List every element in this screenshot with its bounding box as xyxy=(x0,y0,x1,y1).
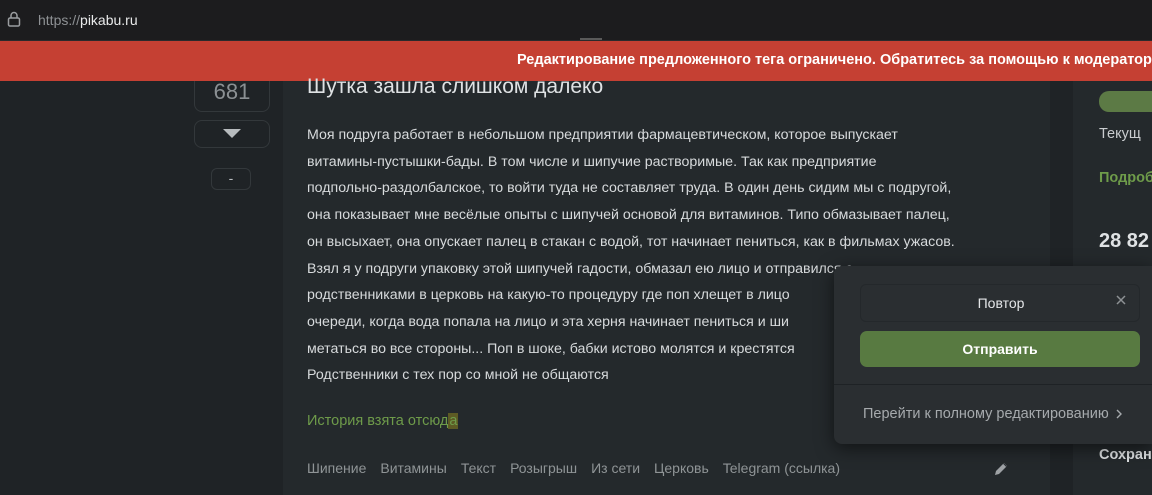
edit-tags-pencil-icon[interactable] xyxy=(993,461,1009,477)
lock-icon xyxy=(7,11,21,27)
divider xyxy=(834,384,1152,385)
full-edit-link-label: Перейти к полному редактированию xyxy=(863,406,1109,422)
story-line: он высыхает, она опускает палец в стакан… xyxy=(307,233,955,250)
story-line: подпольно-раздолбалское, то войти туда н… xyxy=(307,180,952,197)
tag[interactable]: Из сети xyxy=(591,460,640,476)
tag[interactable]: Витамины xyxy=(380,460,446,476)
tab-indicator xyxy=(580,38,602,40)
url-text[interactable]: https://pikabu.ru xyxy=(38,12,138,28)
minus-button[interactable]: - xyxy=(211,168,251,190)
source-link-text: История взята отсюд xyxy=(307,413,449,429)
saved-label: Сохран xyxy=(1099,447,1152,463)
browser-address-bar[interactable]: https://pikabu.ru xyxy=(0,0,1152,41)
tag-edit-popup: Повтор Отправить Перейти к полному редак… xyxy=(834,266,1152,444)
source-link[interactable]: История взята отсюда xyxy=(307,413,459,429)
progress-bar xyxy=(1099,91,1152,112)
submit-button[interactable]: Отправить xyxy=(860,331,1140,367)
tag-input-value: Повтор xyxy=(977,295,1025,311)
url-scheme: https:// xyxy=(38,12,81,28)
counter-value: 28 82 xyxy=(1099,230,1150,252)
tag[interactable]: Текст xyxy=(461,460,496,476)
chevron-right-icon xyxy=(1116,409,1122,419)
error-banner-text: Редактирование предложенного тега ограни… xyxy=(517,52,1152,68)
vote-down-button[interactable] xyxy=(194,120,270,148)
url-host: pikabu.ru xyxy=(80,12,138,28)
story-line: Моя подруга работает в небольшом предпри… xyxy=(307,127,898,143)
tag[interactable]: Розыгрыш xyxy=(510,460,577,476)
story-line: витамины-пустышки-бады. В том числе и ши… xyxy=(307,153,877,170)
source-link-highlight: а xyxy=(448,413,459,429)
tag[interactable]: Telegram (ссылка) xyxy=(723,460,840,476)
details-link[interactable]: Подроб xyxy=(1099,170,1152,186)
tag[interactable]: Церковь xyxy=(654,460,709,476)
tag-list: Шипение Витамины Текст Розыгрыш Из сети … xyxy=(307,460,840,476)
tag[interactable]: Шипение xyxy=(307,460,366,476)
current-label: Текущ xyxy=(1099,126,1141,142)
tag-input[interactable]: Повтор xyxy=(860,284,1140,322)
story-line: она показывает мне весёлые опыты с шипуч… xyxy=(307,207,950,224)
rating-value: 681 xyxy=(194,81,270,112)
story-title[interactable]: Шутка зашла слишком далеко xyxy=(307,75,603,99)
full-edit-link[interactable]: Перейти к полному редактированию xyxy=(863,406,1123,422)
close-icon[interactable] xyxy=(1115,294,1127,306)
